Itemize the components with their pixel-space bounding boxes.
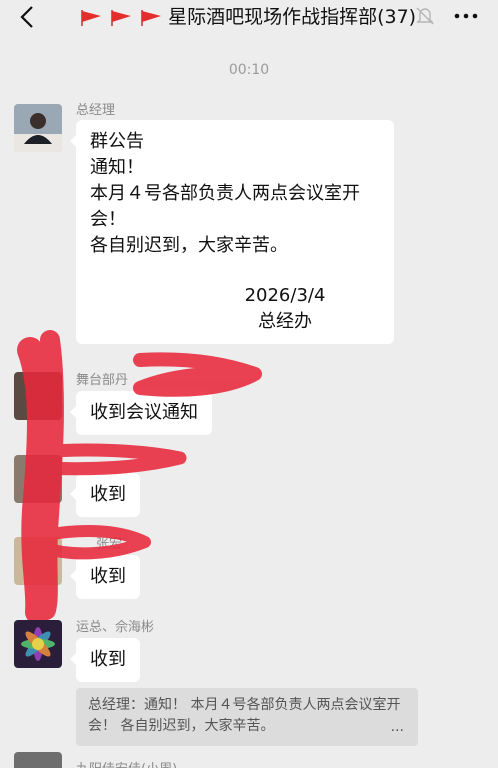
sender-name: 九阳佳安佳(小周) xyxy=(76,758,177,768)
avatar[interactable] xyxy=(14,455,62,503)
notice-date: 2026/3/4 xyxy=(244,285,326,306)
avatar[interactable] xyxy=(14,372,62,420)
red-flag-icon xyxy=(111,10,132,26)
red-flag-icon xyxy=(81,10,101,26)
message-bubble[interactable]: 收到 xyxy=(70,473,140,517)
notice-line: 各自别迟到，大家辛苦。 xyxy=(90,235,288,256)
more-dots-icon[interactable] xyxy=(452,4,480,28)
timestamp: 00:10 xyxy=(228,62,270,78)
avatar[interactable] xyxy=(14,104,62,152)
quoted-message[interactable]: 总经理：通知！ 本月４号各部负责人两点会议室开会！ 各自别迟到，大家辛苦。 ..… xyxy=(76,688,418,746)
quote-text: 总经理：通知！ 本月４号各部负责人两点会议室开会！ 各自别迟到，大家辛苦。 xyxy=(88,697,401,734)
notice-line: 本月４号各部负责人两点会议室开 xyxy=(90,183,360,204)
red-flag-icon xyxy=(141,10,162,26)
sender-name: 总经理 xyxy=(76,103,116,118)
message-text: 收到 xyxy=(90,566,126,587)
notice-line: 通知！ xyxy=(90,157,144,178)
notice-line: 会！ xyxy=(90,209,126,230)
sender-name: 张宏 xyxy=(96,537,123,552)
quote-ellipsis: ... xyxy=(390,719,404,735)
avatar[interactable] xyxy=(14,537,62,585)
avatar[interactable] xyxy=(14,752,62,768)
chevron-left-icon[interactable] xyxy=(14,4,40,30)
message-text: 收到 xyxy=(90,649,126,670)
chat-title-text: 星际酒吧现场作战指挥部(37) xyxy=(168,6,417,28)
sender-name: 舞台部丹 xyxy=(76,373,129,388)
notice-bubble[interactable]: 群公告 通知！ 本月４号各部负责人两点会议室开 会！ 各自别迟到，大家辛苦。 2… xyxy=(70,120,394,344)
notice-org: 总经办 xyxy=(258,311,312,332)
notice-line: 群公告 xyxy=(90,131,144,152)
avatar[interactable] xyxy=(14,620,62,668)
chat-title[interactable]: 星际酒吧现场作战指挥部(37) xyxy=(80,3,440,31)
message-bubble[interactable]: 收到 xyxy=(70,555,140,599)
message-text: 收到会议通知 xyxy=(90,402,198,423)
message-bubble[interactable]: 收到会议通知 xyxy=(70,391,212,435)
message-text: 收到 xyxy=(90,484,126,505)
flags xyxy=(80,4,164,32)
sender-name: 运总、佘海彬 xyxy=(76,620,155,635)
message-bubble[interactable]: 收到 xyxy=(70,638,140,682)
top-bar: 星际酒吧现场作战指挥部(37) xyxy=(0,0,498,36)
bell-muted-icon xyxy=(416,7,434,25)
